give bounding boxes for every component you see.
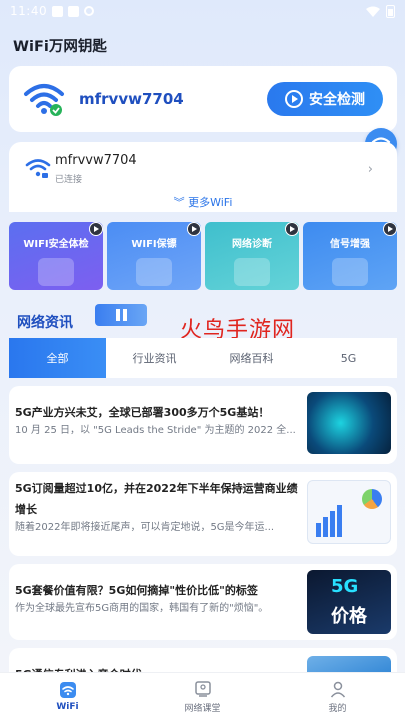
security-scan-button[interactable]: 安全检测 <box>267 82 383 116</box>
video-badge-icon <box>285 222 299 236</box>
video-badge-icon <box>187 222 201 236</box>
pie-chart-icon <box>362 489 382 509</box>
battery-icon <box>386 4 395 18</box>
wifi-signal-icon <box>366 6 380 17</box>
app-title: WiFi万网钥匙 <box>13 39 107 55</box>
news-description: 随着2022年即将接近尾声，可以肯定地说，5G是今年运... <box>15 522 275 533</box>
wifi-locked-icon <box>25 159 51 178</box>
current-wifi-card: mfrvvw7704 安全检测 <box>9 66 397 132</box>
tab-industry-news[interactable]: 行业资讯 <box>106 338 203 378</box>
nav-wifi[interactable]: WiFi <box>0 673 135 720</box>
notification-icon <box>68 5 80 17</box>
tile-label: 信号增强 <box>330 239 370 250</box>
status-time: 11:40 <box>10 4 48 18</box>
nav-network-class[interactable]: 网络课堂 <box>135 673 270 720</box>
diagnosis-illustration <box>234 258 270 286</box>
chevron-right-icon[interactable]: › <box>368 162 373 177</box>
guard-illustration <box>136 258 172 286</box>
news-item[interactable]: 5G产业方兴未艾，全球已部署300多万个5G基站！ 10 月 25 日，以 "5… <box>9 386 397 464</box>
feature-tiles: WIFI安全体检 WIFI保镖 网络诊断 信号增强 <box>9 222 397 290</box>
news-thumbnail <box>307 392 391 454</box>
tile-network-diagnosis[interactable]: 网络诊断 <box>205 222 299 290</box>
status-bar: 11:40 <box>0 0 405 22</box>
tab-5g[interactable]: 5G <box>300 338 397 378</box>
wifi-ssid: mfrvvw7704 <box>79 90 184 108</box>
more-wifi-link[interactable]: ︾ 更多WiFi <box>9 194 397 210</box>
bottom-navigation: WiFi 网络课堂 我的 <box>0 672 405 720</box>
wifi-nav-icon <box>59 682 76 698</box>
news-title: 5G订阅量超过10亿，并在2022年下半年保持运营商业绩增长 <box>15 482 298 516</box>
more-wifi-label: 更多WiFi <box>188 196 233 209</box>
tile-wifi-security-check[interactable]: WIFI安全体检 <box>9 222 103 290</box>
connection-status: 已连接 <box>55 175 83 185</box>
nav-mine[interactable]: 我的 <box>270 673 405 720</box>
news-title: 5G套餐价值有限？5G如何摘掉"性价比低"的标签 <box>15 584 258 597</box>
settings-notification-icon <box>84 6 95 16</box>
news-item[interactable]: 5G套餐价值有限？5G如何摘掉"性价比低"的标签 作为全球最先宣布5G商用的国家… <box>9 564 397 640</box>
video-badge-icon <box>89 222 103 236</box>
tab-network-wiki[interactable]: 网络百科 <box>203 338 300 378</box>
thumbnail-price-text: 价格 <box>331 606 367 627</box>
signal-illustration <box>332 258 368 286</box>
connected-wifi-card[interactable]: mfrvvw7704 已连接 › ︾ 更多WiFi <box>9 142 397 212</box>
classroom-nav-icon <box>194 680 211 697</box>
connected-ssid: mfrvvw7704 <box>55 153 137 168</box>
thumbnail-5g-text: 5G <box>331 576 359 597</box>
notification-icon <box>52 5 64 17</box>
news-description: 10 月 25 日，以 "5G Leads the Stride" 为主题的 2… <box>15 425 296 436</box>
news-category-tabs: 全部 行业资讯 网络百科 5G <box>9 338 397 378</box>
tile-label: 网络诊断 <box>232 239 272 250</box>
tile-label: WIFI安全体检 <box>23 239 89 250</box>
nav-network-class-label: 网络课堂 <box>184 703 221 714</box>
chevron-double-down-icon: ︾ <box>173 196 185 209</box>
tile-wifi-bodyguard[interactable]: WIFI保镖 <box>107 222 201 290</box>
video-badge-icon <box>383 222 397 236</box>
tab-all[interactable]: 全部 <box>9 338 106 378</box>
user-nav-icon <box>330 681 345 697</box>
wifi-connected-icon <box>24 84 64 116</box>
news-item[interactable]: 5G订阅量超过10亿，并在2022年下半年保持运营商业绩增长 随着2022年即将… <box>9 472 397 556</box>
play-icon <box>285 90 303 108</box>
pause-decoration-icon <box>95 304 147 326</box>
news-description: 作为全球最先宣布5G商用的国家，韩国有了新的"烦恼"。 <box>15 603 269 614</box>
tile-signal-boost[interactable]: 信号增强 <box>303 222 397 290</box>
tile-label: WIFI保镖 <box>131 239 177 250</box>
nav-wifi-label: WiFi <box>56 702 79 712</box>
nav-mine-label: 我的 <box>328 703 347 714</box>
news-section-title: 网络资讯 <box>17 315 73 331</box>
security-scan-label: 安全检测 <box>309 92 365 108</box>
news-thumbnail-charts <box>307 480 391 544</box>
shield-illustration <box>38 258 74 286</box>
news-title: 5G产业方兴未艾，全球已部署300多万个5G基站！ <box>15 406 270 419</box>
news-list: 5G产业方兴未艾，全球已部署300多万个5G基站！ 10 月 25 日，以 "5… <box>9 386 397 700</box>
news-thumbnail: 5G 价格 <box>307 570 391 634</box>
